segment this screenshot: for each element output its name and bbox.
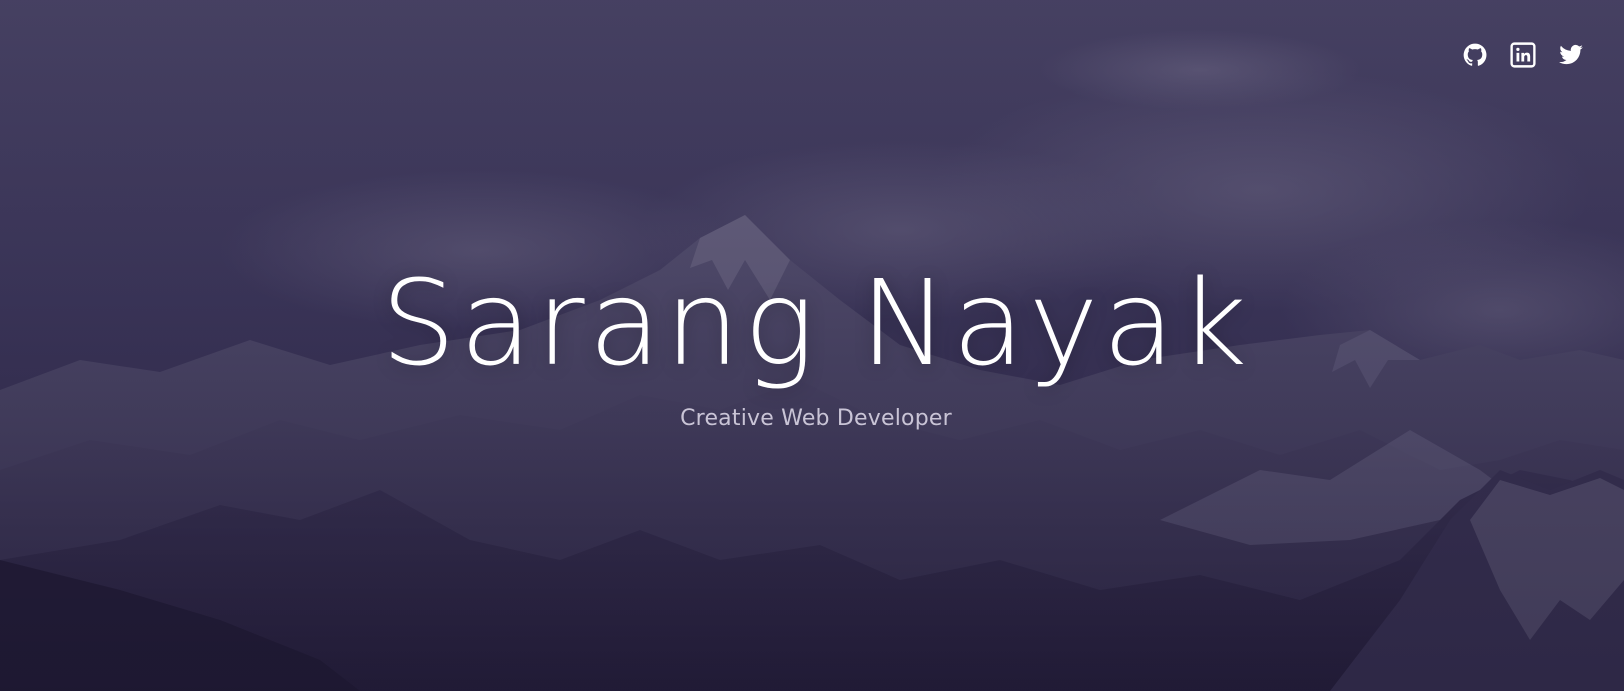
linkedin-link[interactable] bbox=[1510, 42, 1536, 68]
twitter-link[interactable] bbox=[1558, 42, 1584, 68]
github-link[interactable] bbox=[1462, 42, 1488, 68]
hero-text: Sarang Nayak Creative Web Developer bbox=[0, 248, 1624, 434]
hero-subtitle: Creative Web Developer bbox=[680, 406, 952, 431]
hero-title: Sarang Nayak bbox=[380, 254, 1252, 392]
linkedin-icon bbox=[1510, 42, 1536, 68]
twitter-icon bbox=[1559, 44, 1583, 65]
github-icon bbox=[1463, 43, 1487, 66]
social-links bbox=[1462, 42, 1584, 68]
hero-section: Sarang Nayak Creative Web Developer bbox=[0, 0, 1624, 691]
